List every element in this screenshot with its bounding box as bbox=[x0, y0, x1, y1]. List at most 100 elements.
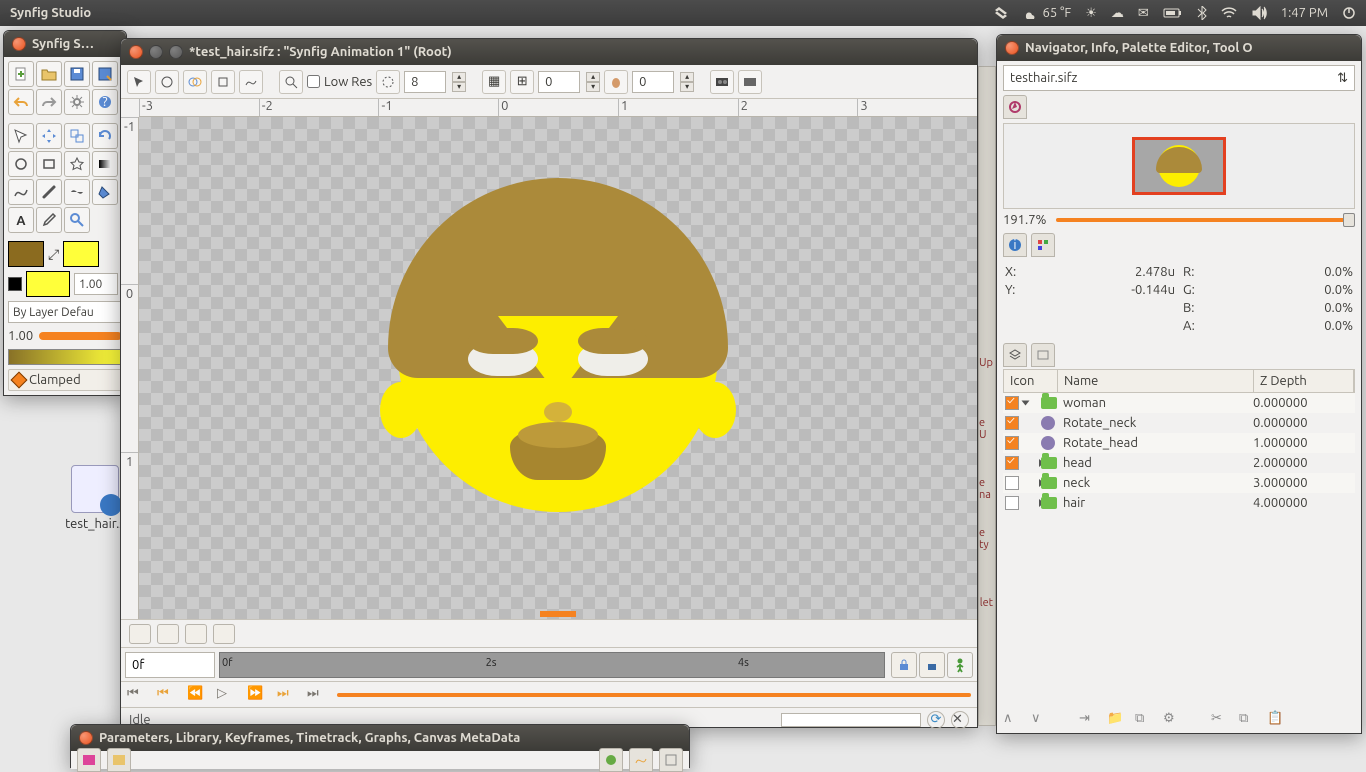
params-tab-1[interactable] bbox=[77, 748, 101, 772]
info-tab[interactable]: i bbox=[1003, 233, 1027, 257]
layer-down-button[interactable]: ∨ bbox=[1031, 711, 1049, 729]
mail-icon[interactable]: ✉ bbox=[1138, 6, 1149, 21]
seek-prev-key-button[interactable]: ⏮ bbox=[157, 686, 177, 704]
saveas-button[interactable] bbox=[92, 61, 118, 87]
layer-visible-checkbox[interactable] bbox=[1005, 396, 1019, 410]
filename-field[interactable]: testhair.sifz ⇅ bbox=[1003, 65, 1355, 91]
layer-visible-checkbox[interactable] bbox=[1005, 476, 1019, 490]
smooth-move-tool[interactable] bbox=[36, 123, 62, 149]
seek-end-button[interactable]: ⏭ bbox=[307, 686, 327, 704]
seek-next-key-button[interactable]: ⏭ bbox=[277, 686, 297, 704]
opacity-slider[interactable] bbox=[39, 332, 122, 340]
redo-button[interactable] bbox=[36, 89, 62, 115]
interpolation-select[interactable]: Clamped bbox=[8, 369, 122, 391]
blend-mode-select[interactable]: By Layer Defau bbox=[8, 301, 122, 323]
toolbox-titlebar[interactable]: Synfig S… bbox=[4, 31, 126, 57]
undo-button[interactable] bbox=[8, 89, 34, 115]
params-titlebar[interactable]: Parameters, Library, Keyframes, Timetrac… bbox=[71, 725, 689, 751]
close-icon[interactable] bbox=[129, 45, 143, 59]
new-file-button[interactable] bbox=[8, 61, 34, 87]
expand-icon[interactable] bbox=[1022, 401, 1030, 406]
layer-visible-checkbox[interactable] bbox=[1005, 436, 1019, 450]
text-tool[interactable]: A bbox=[8, 207, 34, 233]
seek-prev-frame-button[interactable]: ⏪ bbox=[187, 686, 207, 704]
seek-next-frame-button[interactable]: ⏩ bbox=[247, 686, 267, 704]
close-icon[interactable] bbox=[12, 37, 26, 51]
session-icon[interactable] bbox=[1342, 6, 1356, 20]
layers-tab[interactable] bbox=[1003, 343, 1027, 367]
play-button[interactable]: ▷ bbox=[217, 686, 237, 704]
seek-start-button[interactable]: ⏮ bbox=[127, 686, 147, 704]
render-button[interactable] bbox=[710, 70, 734, 94]
canvas-viewport[interactable] bbox=[139, 117, 977, 619]
timeline-track[interactable]: 0f 2s 4s bbox=[219, 652, 885, 678]
battery-icon[interactable] bbox=[1163, 7, 1183, 19]
mode-normal-button[interactable] bbox=[127, 70, 151, 94]
grid-snap-button[interactable]: ⊞ bbox=[510, 70, 534, 94]
open-file-button[interactable] bbox=[36, 61, 62, 87]
refresh-button[interactable] bbox=[376, 70, 400, 94]
close-icon[interactable] bbox=[1005, 41, 1019, 55]
fill-color-2[interactable] bbox=[26, 271, 70, 297]
navigator-titlebar[interactable]: Navigator, Info, Palette Editor, Tool O bbox=[997, 35, 1361, 61]
transform-tool[interactable] bbox=[8, 123, 34, 149]
layer-visible-checkbox[interactable] bbox=[1005, 456, 1019, 470]
cancel-icon[interactable]: ✕ bbox=[951, 711, 969, 729]
navigator-preview[interactable] bbox=[1003, 123, 1355, 209]
layer-settings-button[interactable]: ⚙ bbox=[1163, 711, 1181, 729]
keyframe-lock2-button[interactable] bbox=[919, 652, 945, 678]
close-icon[interactable] bbox=[79, 731, 93, 745]
bluetooth-icon[interactable] bbox=[1197, 6, 1207, 20]
layer-indent-button[interactable]: ⇥ bbox=[1079, 711, 1097, 729]
gradient-preview[interactable] bbox=[8, 349, 122, 365]
rectangle-tool[interactable] bbox=[36, 151, 62, 177]
eyedrop-tool[interactable] bbox=[36, 207, 62, 233]
dropbox-icon[interactable] bbox=[993, 5, 1009, 21]
preview-button[interactable] bbox=[738, 70, 762, 94]
clock[interactable]: 1:47 PM bbox=[1281, 6, 1328, 20]
canvas-browser-tab[interactable] bbox=[1031, 343, 1055, 367]
scale-tool[interactable] bbox=[64, 123, 90, 149]
layer-row[interactable]: Rotate_head1.000000 bbox=[1003, 433, 1355, 453]
grid-x-field[interactable]: 0 bbox=[538, 71, 580, 93]
zoom-slider[interactable] bbox=[1056, 218, 1355, 222]
layer-up-button[interactable]: ∧ bbox=[1003, 711, 1021, 729]
minimize-icon[interactable] bbox=[149, 45, 163, 59]
navigator-tab[interactable] bbox=[1003, 95, 1027, 119]
layer-copy-button[interactable]: ⧉ bbox=[1239, 711, 1257, 729]
mode-mask-button[interactable] bbox=[211, 70, 235, 94]
layer-row[interactable]: hair4.000000 bbox=[1003, 493, 1355, 513]
star-tool[interactable] bbox=[64, 151, 90, 177]
layer-row[interactable]: head2.000000 bbox=[1003, 453, 1355, 473]
quality-up[interactable]: ▴ bbox=[452, 72, 466, 82]
layer-visible-checkbox[interactable] bbox=[1005, 496, 1019, 510]
swap-colors-icon[interactable]: ⤢ bbox=[48, 246, 59, 263]
zoom-tool[interactable] bbox=[64, 207, 90, 233]
mode-bline-button[interactable] bbox=[239, 70, 263, 94]
help-button[interactable]: ? bbox=[92, 89, 118, 115]
width-tool[interactable] bbox=[64, 179, 90, 205]
params-tab-2[interactable] bbox=[107, 748, 131, 772]
layer-row[interactable]: neck3.000000 bbox=[1003, 473, 1355, 493]
wifi-icon[interactable] bbox=[1221, 7, 1237, 19]
save-file-button[interactable] bbox=[64, 61, 90, 87]
zoom-in-button[interactable] bbox=[185, 624, 207, 644]
maximize-icon[interactable] bbox=[169, 45, 183, 59]
default-colors-icon[interactable] bbox=[8, 277, 22, 291]
mode-onion-button[interactable] bbox=[183, 70, 207, 94]
keyframe-lock-button[interactable] bbox=[891, 652, 917, 678]
layer-group-button[interactable]: ⧉ bbox=[1135, 711, 1153, 729]
layer-paste-button[interactable]: 📋 bbox=[1267, 711, 1285, 729]
brightness-icon[interactable]: ☀ bbox=[1085, 6, 1097, 21]
play-progress[interactable] bbox=[337, 693, 971, 697]
lowres-checkbox[interactable] bbox=[307, 75, 320, 88]
grid-y-field[interactable]: 0 bbox=[632, 71, 674, 93]
mode-animate-button[interactable] bbox=[155, 70, 179, 94]
layer-cut-button[interactable]: ✂ bbox=[1211, 711, 1229, 729]
layer-row[interactable]: Rotate_neck0.000000 bbox=[1003, 413, 1355, 433]
canvas-titlebar[interactable]: *test_hair.sifz : "Synfig Animation 1" (… bbox=[121, 39, 977, 65]
layer-new-folder-button[interactable]: 📁 bbox=[1107, 711, 1125, 729]
quality-field[interactable]: 8 bbox=[404, 71, 446, 93]
fill-tool[interactable] bbox=[92, 179, 118, 205]
outline-color[interactable] bbox=[8, 241, 44, 267]
